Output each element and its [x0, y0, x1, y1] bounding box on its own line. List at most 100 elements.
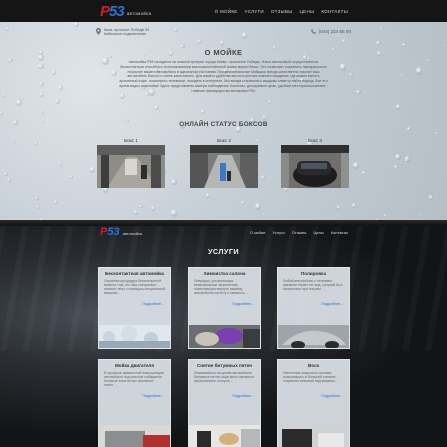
- service-desc: Операция, устраняющая всевозможные загря…: [194, 279, 248, 296]
- water-drop: [427, 59, 430, 62]
- status-title: ОНЛАЙН СТАТУС БОКСОВ: [179, 121, 268, 128]
- nav-about[interactable]: О мойке: [215, 9, 238, 14]
- water-drop: [394, 164, 399, 170]
- water-drop: [353, 162, 360, 170]
- service-card-contactless-wash[interactable]: Бесконтактная автомойка Основная процеду…: [98, 267, 171, 349]
- map-pin-icon: [96, 28, 101, 35]
- nav-reviews[interactable]: Отзывы: [292, 230, 307, 235]
- service-more-link[interactable]: Подробнее...: [278, 394, 343, 398]
- service-image: [99, 425, 170, 447]
- water-drop: [434, 131, 439, 135]
- water-drop: [139, 204, 143, 208]
- service-title: Бесконтактная автомойка: [105, 271, 164, 276]
- service-title: Химчистка салона: [203, 271, 246, 276]
- water-drop: [262, 213, 266, 216]
- nav-prices[interactable]: Цены: [300, 9, 315, 14]
- water-drop: [429, 195, 434, 200]
- water-drop: [8, 58, 13, 62]
- service-desc: Нанесение защитного состава, помогающего…: [283, 371, 338, 384]
- water-drop: [15, 99, 23, 106]
- logo-letter: P: [100, 226, 108, 238]
- service-image: [278, 325, 349, 348]
- nav-prices[interactable]: Цены: [313, 230, 323, 235]
- box-2[interactable]: Бокс 2: [190, 138, 258, 188]
- water-drop: [155, 215, 157, 218]
- service-card-tar-removal[interactable]: Снятие битумных пятен Появившиеся на куз…: [188, 359, 261, 447]
- service-card-interior-cleaning[interactable]: Химчистка салона Операция, устраняющая в…: [188, 267, 261, 349]
- water-drop: [419, 214, 423, 216]
- service-card-polishing[interactable]: Полировка Любой автомобиль с течением вр…: [277, 267, 350, 349]
- phone[interactable]: (044) 224 55 00: [310, 29, 351, 34]
- water-drop: [55, 99, 60, 105]
- water-drop: [171, 178, 178, 185]
- water-drop: [3, 171, 8, 176]
- water-drop: [383, 213, 387, 218]
- water-drop: [7, 177, 12, 182]
- logo-word: автомойка: [122, 231, 143, 236]
- water-drop: [68, 175, 73, 180]
- water-drop: [356, 89, 362, 95]
- water-drop: [205, 193, 211, 199]
- box-1[interactable]: Бокс 1: [97, 138, 165, 188]
- about-section: Киев, проспект Победы 53 Кабельное подкл…: [0, 22, 447, 220]
- site-logo[interactable]: P 53 автомойка: [100, 3, 151, 19]
- water-drop: [204, 22, 207, 25]
- nav-contacts[interactable]: Контакты: [331, 230, 348, 235]
- water-drop: [27, 168, 31, 172]
- water-drop: [110, 70, 117, 77]
- service-more-link[interactable]: Подробнее...: [99, 394, 164, 398]
- nav-contacts[interactable]: Контакты: [321, 9, 348, 14]
- site-logo-small[interactable]: P 53 автомойка: [100, 227, 142, 238]
- water-drop: [90, 166, 96, 173]
- service-more-link[interactable]: Подробнее...: [99, 302, 164, 306]
- service-more-link[interactable]: Подробнее...: [189, 394, 254, 398]
- water-drop: [45, 103, 48, 106]
- nav-about[interactable]: О мойке: [250, 230, 265, 235]
- water-drop: [267, 100, 271, 105]
- box-3[interactable]: Бокс 3: [281, 138, 349, 188]
- water-drop: [6, 26, 10, 31]
- water-drop: [53, 199, 58, 205]
- nav-services[interactable]: Услуги: [245, 9, 264, 14]
- water-drop: [241, 201, 246, 206]
- top-navbar: P 53 автомойка О мойке Услуги Отзывы Цен…: [0, 0, 447, 22]
- water-drop: [262, 114, 267, 120]
- service-title: Мойка двигателя: [114, 363, 155, 368]
- nav-reviews[interactable]: Отзывы: [271, 9, 293, 14]
- logo-word: автомойка: [126, 11, 152, 16]
- water-drop: [375, 40, 381, 46]
- logo-letter: P: [100, 3, 110, 20]
- water-drop: [380, 27, 383, 31]
- water-drop: [119, 93, 125, 100]
- service-title: Снятие битумных пятен: [196, 363, 253, 368]
- about-title: О МОЙКЕ: [204, 48, 243, 57]
- water-drop: [351, 203, 356, 208]
- water-drop: [415, 67, 423, 76]
- service-image: [278, 425, 349, 447]
- water-drop: [13, 140, 16, 144]
- service-more-link[interactable]: Подробнее...: [189, 302, 254, 306]
- service-more-link[interactable]: Подробнее...: [278, 302, 343, 306]
- box-3-camera-image: [281, 145, 349, 188]
- water-drop: [150, 206, 155, 211]
- service-title: Воск: [308, 363, 319, 368]
- services-title: УСЛУГИ: [207, 247, 240, 256]
- water-drop: [39, 91, 45, 98]
- service-card-engine-wash[interactable]: Мойка двигателя В процессе правильной эк…: [98, 359, 171, 447]
- water-drop: [201, 108, 206, 114]
- sticky-navbar: P 53 автомойка О мойке Услуги Отзывы Цен…: [0, 226, 447, 238]
- water-drop: [133, 209, 139, 215]
- water-drop: [58, 86, 64, 91]
- service-card-wax[interactable]: Воск Нанесение защитного состава, помога…: [277, 359, 350, 447]
- water-drop: [362, 170, 367, 175]
- water-drop: [54, 86, 57, 88]
- phone-number: (044) 224 55 00: [318, 29, 351, 34]
- address: Киев, проспект Победы 53 Кабельное подкл…: [96, 28, 162, 37]
- water-drop: [51, 70, 56, 75]
- about-text: Автомойка P53 находится на главной артер…: [119, 60, 328, 93]
- service-image: [189, 325, 260, 348]
- nav-services[interactable]: Услуги: [272, 230, 284, 235]
- water-drop: [336, 205, 341, 210]
- services-section: P 53 автомойка О мойке Услуги Отзывы Цен…: [0, 226, 447, 447]
- water-drop: [58, 162, 62, 166]
